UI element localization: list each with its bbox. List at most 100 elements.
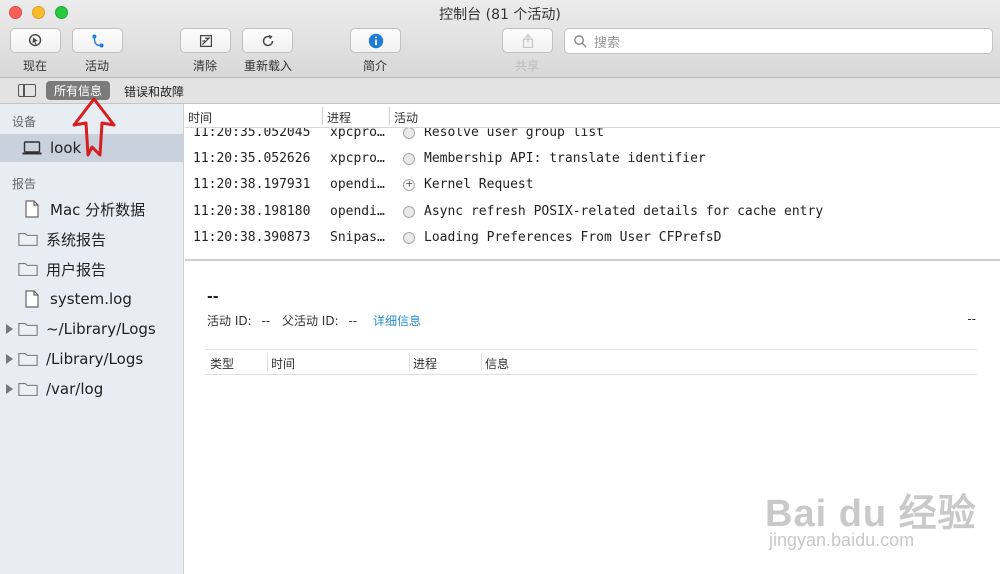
details-link[interactable]: 详细信息 xyxy=(373,314,421,328)
share-label: 共享 xyxy=(514,59,539,73)
watermark-brand: Bai du 经验 xyxy=(765,493,977,535)
document-icon xyxy=(22,200,42,218)
column-divider[interactable] xyxy=(322,107,323,125)
column-divider[interactable] xyxy=(481,353,482,371)
row-time: 11:20:38.197931 xyxy=(193,177,311,192)
detail-table-header: 类型 时间 进程 信息 xyxy=(205,349,977,375)
info-icon xyxy=(368,33,383,48)
now-icon xyxy=(28,33,41,46)
activity-marker-icon xyxy=(403,206,415,218)
filter-bar: 所有信息 错误和故障 xyxy=(0,78,1000,104)
column-header-message[interactable]: 信息 xyxy=(485,355,509,372)
activities-button[interactable] xyxy=(72,28,123,53)
info-label: 简介 xyxy=(362,59,387,73)
detail-meta: 活动 ID: -- 父活动 ID: -- 详细信息 xyxy=(207,312,421,329)
clear-button[interactable] xyxy=(180,28,231,53)
activity-marker-icon xyxy=(403,232,415,244)
now-label: 现在 xyxy=(22,59,47,73)
table-row[interactable]: 11:20:38.198180 opendi… Async refresh PO… xyxy=(185,199,1000,225)
sidebar-item-mac-analytics[interactable]: Mac 分析数据 xyxy=(0,195,184,223)
reload-label: 重新载入 xyxy=(243,59,292,73)
folder-icon xyxy=(18,260,38,278)
folder-icon xyxy=(18,350,38,368)
row-process: opendi… xyxy=(330,204,385,219)
row-time: 11:20:35.052626 xyxy=(193,151,311,166)
row-time: 11:20:38.390873 xyxy=(193,230,311,245)
sidebar-item-label: system.log xyxy=(50,290,132,308)
share-button[interactable] xyxy=(502,28,553,53)
window-title: 控制台 (81 个活动) xyxy=(439,7,561,23)
reload-button[interactable] xyxy=(242,28,293,53)
table-row[interactable]: 11:20:38.390873 Snipas… Loading Preferen… xyxy=(185,225,1000,251)
disclosure-triangle-icon[interactable] xyxy=(6,354,13,364)
sidebar-item-label: 用户报告 xyxy=(46,260,107,279)
reload-icon xyxy=(262,34,273,46)
sidebar-item-system-reports[interactable]: 系统报告 xyxy=(0,225,184,253)
sidebar-toggle-icon[interactable] xyxy=(18,84,36,97)
column-divider[interactable] xyxy=(267,353,268,371)
row-activity: Membership API: translate identifier xyxy=(424,151,706,166)
column-divider[interactable] xyxy=(389,107,390,125)
row-activity: Resolve user group list xyxy=(424,128,605,140)
row-process: Snipas… xyxy=(330,230,385,245)
table-row[interactable]: 11:20:35.052045 xpcpro… Resolve user gro… xyxy=(185,128,1000,146)
folder-icon xyxy=(18,320,38,338)
parent-id-label: 父活动 ID: xyxy=(281,314,339,328)
sidebar-item-user-library-logs[interactable]: ~/Library/Logs xyxy=(0,315,184,343)
column-header-process[interactable]: 进程 xyxy=(327,109,351,126)
detail-title: -- xyxy=(207,289,219,305)
column-divider[interactable] xyxy=(409,353,410,371)
activities-icon xyxy=(91,34,104,47)
activity-marker-icon xyxy=(403,153,415,165)
sidebar-item-user-reports[interactable]: 用户报告 xyxy=(0,255,184,283)
share-icon xyxy=(522,33,533,48)
activity-id-label: 活动 ID: xyxy=(207,314,252,328)
row-time: 11:20:38.198180 xyxy=(193,204,311,219)
expand-activity-icon[interactable] xyxy=(403,177,415,191)
info-button[interactable] xyxy=(350,28,401,53)
document-icon xyxy=(22,290,42,308)
errors-faults-filter[interactable]: 错误和故障 xyxy=(124,83,184,100)
sidebar-item-label: /Library/Logs xyxy=(46,350,144,368)
activity-marker-icon xyxy=(403,128,415,139)
search-input[interactable]: 搜索 xyxy=(564,28,993,54)
log-table-header: 时间 进程 活动 xyxy=(185,104,1000,128)
laptop-icon xyxy=(22,139,42,157)
column-header-time[interactable]: 时间 xyxy=(188,109,212,126)
sidebar-item-library-logs[interactable]: /Library/Logs xyxy=(0,345,184,373)
reports-section-header: 报告 xyxy=(12,177,37,191)
search-icon xyxy=(574,34,587,48)
column-header-activity[interactable]: 活动 xyxy=(394,109,418,126)
clear-icon xyxy=(199,34,212,47)
disclosure-triangle-icon[interactable] xyxy=(6,384,13,394)
sidebar-item-label: ~/Library/Logs xyxy=(46,320,156,338)
watermark-url: jingyan.baidu.com xyxy=(769,530,915,550)
table-row[interactable]: 11:20:35.052626 xpcpro… Membership API: … xyxy=(185,146,1000,172)
devices-section-header: 设备 xyxy=(12,115,37,129)
now-button[interactable] xyxy=(10,28,61,53)
sidebar-item-label: 系统报告 xyxy=(46,230,107,249)
row-process: xpcpro… xyxy=(330,151,385,166)
folder-icon xyxy=(18,230,38,248)
row-activity: Kernel Request xyxy=(424,177,534,192)
sidebar-item-label: /var/log xyxy=(46,380,104,398)
detail-right-value: -- xyxy=(967,312,976,326)
row-time: 11:20:35.052045 xyxy=(193,128,311,140)
sidebar-item-system-log[interactable]: system.log xyxy=(0,285,184,313)
search-placeholder: 搜索 xyxy=(594,35,621,51)
row-process: opendi… xyxy=(330,177,385,192)
sidebar-item-var-log[interactable]: /var/log xyxy=(0,375,184,403)
clear-label: 清除 xyxy=(192,59,217,73)
column-header-type[interactable]: 类型 xyxy=(210,355,234,372)
column-header-time[interactable]: 时间 xyxy=(271,355,295,372)
disclosure-triangle-icon[interactable] xyxy=(6,324,13,334)
sidebar-item-label: Mac 分析数据 xyxy=(50,200,146,219)
table-row[interactable]: 11:20:38.197931 opendi… Kernel Request xyxy=(185,172,1000,198)
folder-icon xyxy=(18,380,38,398)
column-header-process[interactable]: 进程 xyxy=(413,355,437,372)
log-table: 11:20:35.052045 xpcpro… Resolve user gro… xyxy=(185,128,1000,260)
row-activity: Loading Preferences From User CFPrefsD xyxy=(424,230,722,245)
activity-id-value: -- xyxy=(261,314,271,328)
annotation-arrow-icon xyxy=(72,97,116,157)
row-activity: Async refresh POSIX-related details for … xyxy=(424,204,824,219)
